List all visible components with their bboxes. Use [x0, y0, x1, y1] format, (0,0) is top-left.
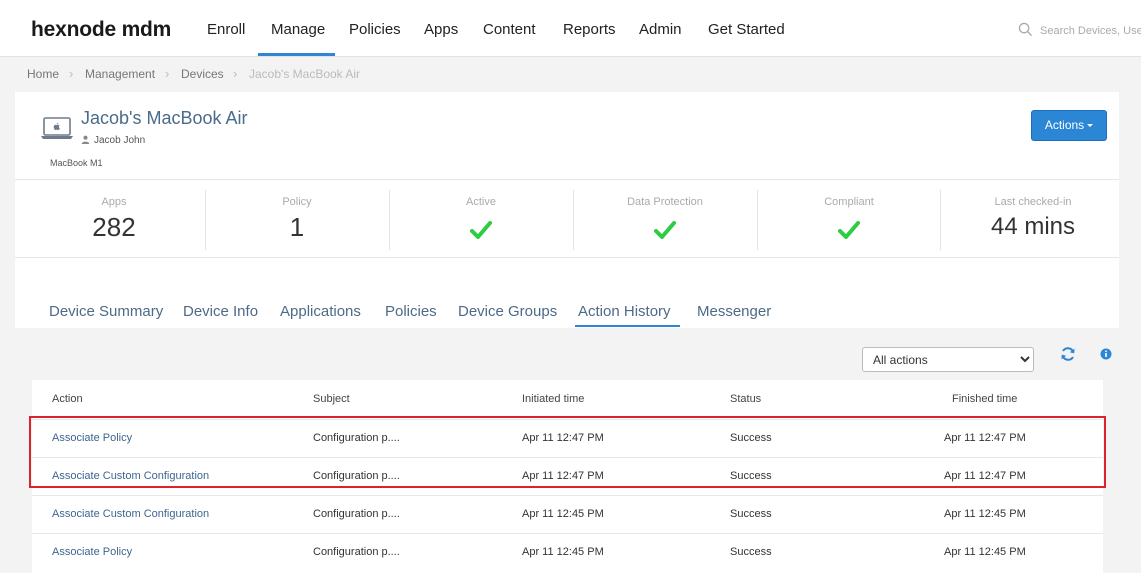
nav-admin[interactable]: Admin: [639, 21, 682, 38]
divider: [573, 190, 574, 250]
breadcrumb-management[interactable]: Management: [85, 67, 155, 81]
table-row[interactable]: Associate Policy Configuration p.... Apr…: [32, 533, 1103, 571]
nav-enroll[interactable]: Enroll: [207, 21, 245, 38]
device-user: Jacob John: [81, 135, 145, 146]
active-tab-indicator: [575, 325, 680, 327]
device-tabs: Device Summary Device Info Applications …: [15, 292, 1119, 328]
refresh-icon[interactable]: [1060, 346, 1076, 362]
tab-applications[interactable]: Applications: [280, 303, 361, 320]
stat-label: Last checked-in: [994, 196, 1072, 208]
laptop-icon: [41, 117, 73, 139]
cell-initiated-time: Apr 11 12:45 PM: [522, 546, 604, 558]
divider: [389, 190, 390, 250]
active-nav-indicator: [258, 53, 335, 56]
actions-button[interactable]: Actions: [1031, 110, 1107, 141]
stat-value: 282: [92, 212, 136, 242]
user-icon: [81, 135, 90, 144]
table-row[interactable]: Associate Custom Configuration Configura…: [32, 495, 1103, 533]
device-model: MacBook M1: [50, 158, 103, 168]
cell-status: Success: [730, 546, 772, 558]
stat-label: Apps: [101, 196, 127, 208]
divider: [757, 190, 758, 250]
breadcrumb-devices[interactable]: Devices: [181, 67, 224, 81]
cell-action[interactable]: Associate Policy: [52, 546, 132, 558]
nav-get-started[interactable]: Get Started: [708, 21, 785, 38]
cell-subject[interactable]: Configuration p....: [313, 508, 400, 520]
action-filter-select[interactable]: All actions: [862, 347, 1034, 372]
nav-apps[interactable]: Apps: [424, 21, 458, 38]
stat-compliant: Compliant: [765, 180, 933, 258]
device-card: Jacob's MacBook Air Jacob John MacBook M…: [15, 92, 1119, 573]
chevron-right-icon: ›: [69, 66, 74, 81]
nav-reports[interactable]: Reports: [563, 21, 616, 38]
cell-subject[interactable]: Configuration p....: [313, 546, 400, 558]
tab-policies[interactable]: Policies: [385, 303, 437, 320]
tab-device-summary[interactable]: Device Summary: [49, 303, 163, 320]
stat-last-checked-in: Last checked-in 44 mins: [949, 180, 1117, 258]
stat-label: Active: [466, 196, 496, 208]
cell-initiated-time: Apr 11 12:45 PM: [522, 508, 604, 520]
top-navigation: hexnode mdm Enroll Manage Policies Apps …: [0, 0, 1141, 57]
breadcrumb-current: Jacob's MacBook Air: [249, 67, 361, 81]
green-check-icon: [838, 221, 860, 239]
info-icon[interactable]: [1100, 348, 1112, 360]
stat-label: Compliant: [824, 196, 874, 208]
nav-content[interactable]: Content: [483, 21, 536, 38]
column-header-subject: Subject: [313, 393, 350, 405]
device-title: Jacob's MacBook Air: [81, 108, 248, 128]
device-user-name[interactable]: Jacob John: [94, 135, 145, 146]
chevron-right-icon: ›: [165, 66, 170, 81]
tab-messenger[interactable]: Messenger: [697, 303, 771, 320]
cell-status: Success: [730, 508, 772, 520]
column-header-status: Status: [730, 393, 762, 405]
brand-logo[interactable]: hexnode mdm: [31, 18, 171, 42]
stat-active: Active: [397, 180, 565, 258]
column-header-action: Action: [52, 393, 83, 405]
chevron-right-icon: ›: [233, 66, 238, 81]
green-check-icon: [470, 221, 492, 239]
search-icon: [1018, 22, 1033, 37]
column-header-initiated-time: Initiated time: [522, 393, 585, 405]
tab-action-history[interactable]: Action History: [578, 303, 671, 320]
green-check-icon: [654, 221, 676, 239]
stat-label: Data Protection: [627, 196, 703, 208]
search-box: [1018, 22, 1141, 40]
nav-manage[interactable]: Manage: [271, 21, 325, 38]
search-input[interactable]: [1040, 22, 1141, 40]
tab-device-info[interactable]: Device Info: [183, 303, 258, 320]
stat-apps[interactable]: Apps 282: [30, 180, 198, 258]
stat-value: 1: [289, 212, 305, 242]
actions-label: Actions: [1044, 118, 1085, 132]
cell-finished-time: Apr 11 12:45 PM: [944, 546, 1026, 558]
device-header: Jacob's MacBook Air Jacob John MacBook M…: [15, 92, 1119, 180]
stat-value: 44 mins: [990, 213, 1076, 240]
divider: [940, 190, 941, 250]
column-header-finished-time: Finished time: [952, 393, 1018, 405]
cell-action[interactable]: Associate Custom Configuration: [52, 508, 209, 520]
device-stats: Apps 282 Policy 1 Active Data Protection…: [15, 180, 1119, 258]
caret-down-icon: [1087, 124, 1094, 127]
cell-finished-time: Apr 11 12:45 PM: [944, 508, 1026, 520]
tab-device-groups[interactable]: Device Groups: [458, 303, 557, 320]
nav-policies[interactable]: Policies: [349, 21, 401, 38]
stat-data-protection: Data Protection: [581, 180, 749, 258]
breadcrumb-home[interactable]: Home: [27, 67, 59, 81]
stat-policy[interactable]: Policy 1: [213, 180, 381, 258]
stat-label: Policy: [282, 196, 312, 208]
divider: [205, 190, 206, 250]
highlight-box: [29, 416, 1106, 488]
